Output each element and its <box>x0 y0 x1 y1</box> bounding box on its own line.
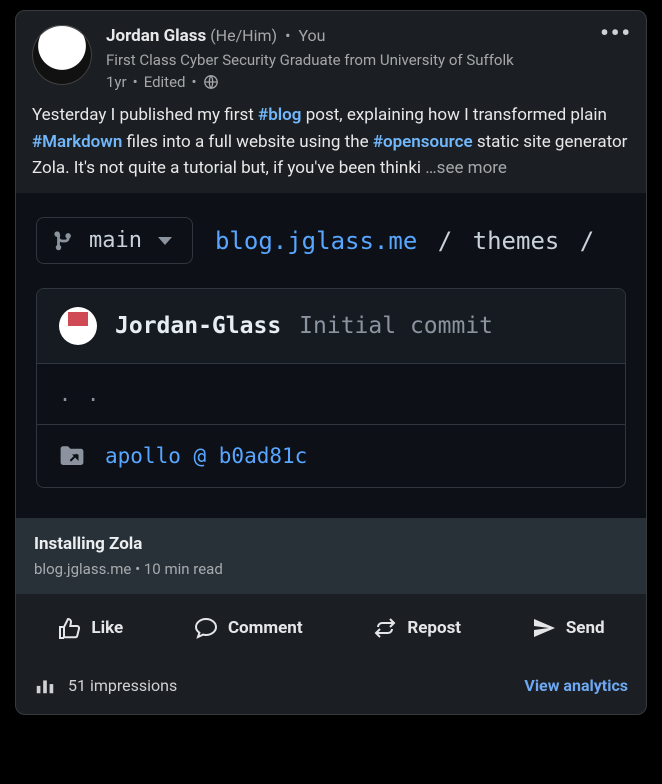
link-subtitle: blog.jglass.me • 10 min read <box>34 560 628 578</box>
post-card: Jordan Glass (He/Him) • You First Class … <box>15 10 647 715</box>
hashtag-opensource[interactable]: #opensource <box>373 132 473 152</box>
author-pronouns: (He/Him) <box>210 26 277 45</box>
social-actions: Like Comment Repost Send <box>16 594 646 662</box>
like-icon <box>57 616 81 640</box>
post-age: 1yr <box>106 72 127 92</box>
hashtag-blog[interactable]: #blog <box>258 105 301 125</box>
hashtag-markdown[interactable]: #Markdown <box>32 132 122 152</box>
repost-button[interactable]: Repost <box>361 602 473 654</box>
breadcrumb: blog.jglass.me / themes / <box>215 227 600 255</box>
branch-name: main <box>89 228 142 253</box>
repo-nav-bar: main blog.jglass.me / themes / <box>16 193 646 288</box>
link-title: Installing Zola <box>34 534 628 554</box>
impressions: 51 impressions <box>34 674 177 696</box>
overflow-menu-icon[interactable]: ••• <box>600 19 632 47</box>
commit-message: Initial commit <box>299 313 493 339</box>
view-analytics-link[interactable]: View analytics <box>524 676 628 695</box>
author-line: Jordan Glass (He/Him) • You <box>106 25 514 48</box>
send-button[interactable]: Send <box>520 602 617 654</box>
commit-avatar <box>59 307 97 345</box>
repo-link: blog.jglass.me <box>215 227 417 255</box>
chevron-down-icon <box>158 237 172 245</box>
file-listing: Jordan-Glass Initial commit . . apollo @… <box>36 288 626 488</box>
relation-you: You <box>298 26 325 45</box>
post-meta: 1yr • Edited • <box>106 72 514 92</box>
impressions-text: 51 impressions <box>68 676 177 695</box>
comment-icon <box>194 616 218 640</box>
link-card[interactable]: Installing Zola blog.jglass.me • 10 min … <box>16 518 646 594</box>
author-block: Jordan Glass (He/Him) • You First Class … <box>106 25 514 92</box>
crumb-themes: themes <box>473 227 560 255</box>
post-header: Jordan Glass (He/Him) • You First Class … <box>16 11 646 92</box>
post-text: Yesterday I published my first #blog pos… <box>16 92 646 193</box>
latest-commit-row: Jordan-Glass Initial commit <box>37 289 625 363</box>
author-headline: First Class Cyber Security Graduate from… <box>106 50 514 70</box>
parent-dir-row: . . <box>37 363 625 424</box>
repost-icon <box>373 616 397 640</box>
author-avatar[interactable] <box>32 25 92 85</box>
submodule-row: apollo @ b0ad81c <box>37 424 625 487</box>
post-edited: Edited <box>144 72 186 92</box>
link-preview-image[interactable]: main blog.jglass.me / themes / Jordan-Gl… <box>16 193 646 518</box>
post-footer: 51 impressions View analytics <box>16 662 646 714</box>
see-more-link[interactable]: …see more <box>421 158 507 178</box>
commit-author: Jordan-Glass <box>115 313 281 339</box>
parent-dir-dots: . . <box>59 382 101 406</box>
globe-icon <box>203 74 219 90</box>
bar-chart-icon <box>34 674 56 696</box>
git-branch-icon <box>53 230 75 252</box>
branch-selector: main <box>36 217 193 264</box>
like-button[interactable]: Like <box>45 602 135 654</box>
comment-button[interactable]: Comment <box>182 602 315 654</box>
folder-submodule-icon <box>59 443 85 469</box>
submodule-name: apollo @ b0ad81c <box>105 444 307 468</box>
author-name[interactable]: Jordan Glass <box>106 26 206 46</box>
send-icon <box>532 616 556 640</box>
